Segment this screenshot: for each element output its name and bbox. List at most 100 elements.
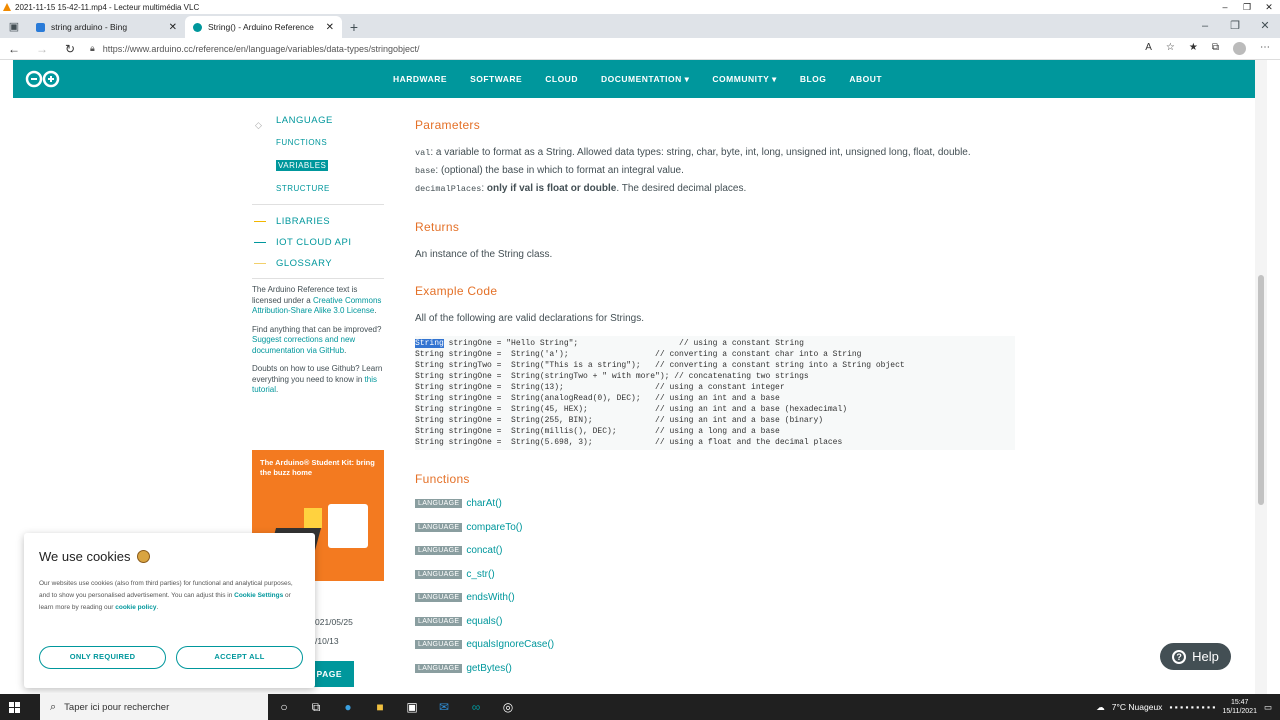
close-icon[interactable]: ✕	[1258, 0, 1280, 14]
favorites-icon[interactable]: ★	[1189, 42, 1198, 55]
profile-avatar[interactable]	[1233, 42, 1246, 55]
notification-icon[interactable]: ▭	[1264, 702, 1272, 713]
explorer-icon[interactable]: ■	[364, 694, 396, 720]
code-val: val	[415, 148, 431, 158]
function-link[interactable]: compareTo()	[466, 522, 522, 533]
obs-icon[interactable]: ◎	[492, 694, 524, 720]
promo-text: The Arduino® Student Kit: bring the buzz…	[260, 458, 375, 477]
sidebar-item-language[interactable]: ◇ LANGUAGE	[252, 110, 384, 131]
improve-text: Find anything that can be improved? Sugg…	[252, 325, 384, 357]
start-icon[interactable]	[0, 694, 28, 720]
edge-icon[interactable]: ●	[332, 694, 364, 720]
sidebar-item-label: LANGUAGE	[276, 115, 333, 126]
tab-close-icon[interactable]: ✕	[169, 22, 177, 33]
weather-text[interactable]: 7°C Nuageux	[1112, 702, 1163, 712]
code-base: base	[415, 166, 436, 176]
browser-tabbar: ▣ string arduino - Bing ✕ String() - Ard…	[0, 14, 1280, 38]
minimize-icon[interactable]: –	[1190, 14, 1220, 38]
tab-bing[interactable]: string arduino - Bing ✕	[28, 16, 185, 38]
function-link[interactable]: c_str()	[466, 569, 494, 580]
tray-icons[interactable]: ▪ ▪ ▪ ▪ ▪ ▪ ▪ ▪ ▪	[1169, 702, 1215, 712]
function-link[interactable]: equals()	[466, 616, 502, 627]
nav-community[interactable]: COMMUNITY	[712, 74, 776, 85]
forward-icon[interactable]: →	[28, 42, 56, 56]
clock[interactable]: 15:47 15/11/2021	[1222, 698, 1257, 716]
sidebar-item-glossary[interactable]: GLOSSARY	[252, 253, 384, 274]
cookie-title: We use cookies	[39, 549, 131, 564]
kit-part-image	[304, 508, 322, 528]
nav-cloud[interactable]: CLOUD	[545, 74, 578, 85]
nav-documentation[interactable]: DOCUMENTATION	[601, 74, 689, 85]
function-link[interactable]: equalsIgnoreCase()	[466, 639, 554, 650]
sidebar-sub-functions[interactable]: FUNCTIONS	[252, 131, 384, 154]
only-required-button[interactable]: ONLY REQUIRED	[39, 646, 166, 669]
accept-all-button[interactable]: ACCEPT ALL	[176, 646, 303, 669]
function-item[interactable]: LANGUAGE equalsIgnoreCase()	[415, 633, 1025, 657]
sidebar-sub-structure[interactable]: STRUCTURE	[252, 177, 384, 200]
nav-blog[interactable]: BLOG	[800, 74, 827, 85]
nav-about[interactable]: ABOUT	[849, 74, 882, 85]
sidebar: ◇ LANGUAGE FUNCTIONS VARIABLES STRUCTURE …	[252, 110, 384, 404]
kit-box-image	[328, 504, 368, 548]
function-item[interactable]: LANGUAGE endsWith()	[415, 586, 1025, 610]
tab-arduino[interactable]: String() - Arduino Reference ✕	[185, 16, 342, 38]
function-link[interactable]: getBytes()	[466, 663, 512, 674]
cortana-icon[interactable]: ○	[268, 694, 300, 720]
language-tag: LANGUAGE	[415, 522, 463, 532]
new-tab-icon[interactable]: +	[342, 16, 366, 38]
restore-icon[interactable]: ❐	[1220, 14, 1250, 38]
arduino-app-icon[interactable]: ∞	[460, 694, 492, 720]
function-item[interactable]: LANGUAGE c_str()	[415, 563, 1025, 587]
refresh-icon[interactable]: ↻	[56, 42, 84, 56]
cookie-banner: We use cookies Our websites use cookies …	[24, 533, 315, 688]
function-item[interactable]: LANGUAGE charAt()	[415, 492, 1025, 516]
function-link[interactable]: concat()	[466, 545, 502, 556]
tab-actions-icon[interactable]: ▣	[0, 14, 28, 38]
param-decimal-places: decimalPlaces: only if val is float or d…	[415, 180, 1025, 198]
help-label: Help	[1192, 649, 1219, 664]
store-icon[interactable]: ▣	[396, 694, 428, 720]
function-item[interactable]: LANGUAGE concat()	[415, 539, 1025, 563]
url-field[interactable]: 🔒︎ https://www.arduino.cc/reference/en/l…	[90, 43, 419, 54]
page-scrollbar[interactable]	[1255, 60, 1267, 694]
site-nav: HARDWARE SOFTWARE CLOUD DOCUMENTATION CO…	[13, 60, 1255, 98]
cookie-policy-link[interactable]: cookie policy	[115, 604, 156, 611]
tab-label: String() - Arduino Reference	[208, 22, 314, 32]
language-tag: LANGUAGE	[415, 593, 463, 603]
license-post: .	[374, 306, 377, 315]
nav-software[interactable]: SOFTWARE	[470, 74, 522, 85]
code-line: String stringTwo = String("This is a str…	[415, 361, 905, 370]
param-val: val: a variable to format as a String. A…	[415, 144, 1025, 162]
sidebar-sub-variables[interactable]: VARIABLES	[252, 154, 384, 177]
more-icon[interactable]: ⋯	[1260, 42, 1270, 55]
suggest-corrections-link[interactable]: Suggest corrections and new documentatio…	[252, 335, 355, 355]
close-icon[interactable]: ✕	[1250, 14, 1280, 38]
function-item[interactable]: LANGUAGE compareTo()	[415, 516, 1025, 540]
sidebar-item-iot-cloud-api[interactable]: IOT CLOUD API	[252, 232, 384, 253]
taskbar-search[interactable]: ⌕ Taper ici pour rechercher	[40, 694, 268, 720]
scrollbar-thumb[interactable]	[1258, 275, 1264, 505]
parameters-heading: Parameters	[415, 118, 481, 132]
help-button[interactable]: ? Help	[1160, 643, 1231, 670]
nav-hardware[interactable]: HARDWARE	[393, 74, 447, 85]
tab-close-icon[interactable]: ✕	[326, 22, 334, 33]
arduino-logo-icon[interactable]	[25, 70, 60, 88]
read-aloud-icon[interactable]: A	[1145, 42, 1152, 55]
bullet-icon	[254, 221, 266, 222]
function-link[interactable]: endsWith()	[466, 592, 514, 603]
sidebar-item-libraries[interactable]: LIBRARIES	[252, 211, 384, 232]
favorite-add-icon[interactable]: ☆	[1166, 42, 1175, 55]
restore-icon[interactable]: ❐	[1236, 0, 1258, 14]
code-block[interactable]: String stringOne = "Hello String"; // us…	[415, 336, 1015, 450]
collections-icon[interactable]: ⧉	[1212, 42, 1219, 55]
example-heading: Example Code	[415, 284, 498, 298]
function-link[interactable]: charAt()	[466, 498, 502, 509]
mail-icon[interactable]: ✉	[428, 694, 460, 720]
minimize-icon[interactable]: –	[1214, 0, 1236, 14]
function-item[interactable]: LANGUAGE getBytes()	[415, 657, 1025, 681]
function-item[interactable]: LANGUAGE equals()	[415, 610, 1025, 634]
param-base-text: : (optional) the base in which to format…	[435, 165, 684, 176]
task-view-icon[interactable]: ⧉	[300, 694, 332, 720]
cookie-settings-link[interactable]: Cookie Settings	[234, 592, 283, 599]
back-icon[interactable]: ←	[0, 42, 28, 56]
